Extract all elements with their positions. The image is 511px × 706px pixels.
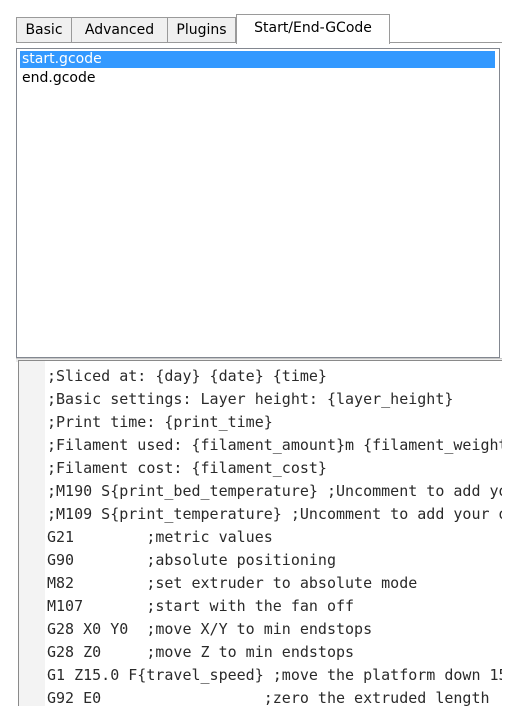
gcode-editor[interactable]: ;Sliced at: {day} {date} {time} ;Basic s…: [18, 360, 502, 706]
gcode-file-list[interactable]: start.gcode end.gcode: [16, 48, 500, 358]
list-item-end-gcode[interactable]: end.gcode: [20, 70, 495, 87]
code-line: M82 ;set extruder to absolute mode: [47, 574, 418, 592]
code-line: ;Print time: {print_time}: [47, 413, 273, 431]
code-line: G21 ;metric values: [47, 528, 273, 546]
tab-start-end-gcode[interactable]: Start/End-GCode: [236, 14, 390, 44]
code-line: ;Sliced at: {day} {date} {time}: [47, 367, 327, 385]
list-item-start-gcode[interactable]: start.gcode: [20, 51, 495, 68]
code-line: G28 X0 Y0 ;move X/Y to min endstops: [47, 620, 373, 638]
code-line: M107 ;start with the fan off: [47, 597, 355, 615]
code-line: ;Basic settings: Layer height: {layer_he…: [47, 390, 454, 408]
gcode-settings-panel: Basic Advanced Plugins Start/End-GCode s…: [0, 0, 511, 706]
settings-tabs: Basic Advanced Plugins Start/End-GCode: [16, 14, 511, 44]
tab-basic[interactable]: Basic: [16, 17, 72, 42]
editor-margin: [19, 361, 45, 706]
code-line: G90 ;absolute positioning: [47, 551, 336, 569]
tab-plugins[interactable]: Plugins: [167, 17, 236, 42]
code-line: ;M190 S{print_bed_temperature} ;Uncommen…: [47, 482, 502, 500]
code-line: ;Filament used: {filament_amount}m {fila…: [47, 436, 502, 454]
code-line: G1 Z15.0 F{travel_speed} ;move the platf…: [47, 666, 502, 684]
tab-advanced[interactable]: Advanced: [71, 17, 168, 42]
code-line: G28 Z0 ;move Z to min endstops: [47, 643, 355, 661]
code-line: ;Filament cost: {filament_cost}: [47, 459, 327, 477]
code-line: ;M109 S{print_temperature} ;Uncomment to…: [47, 505, 502, 523]
code-line: G92 E0 ;zero the extruded length: [47, 689, 490, 706]
